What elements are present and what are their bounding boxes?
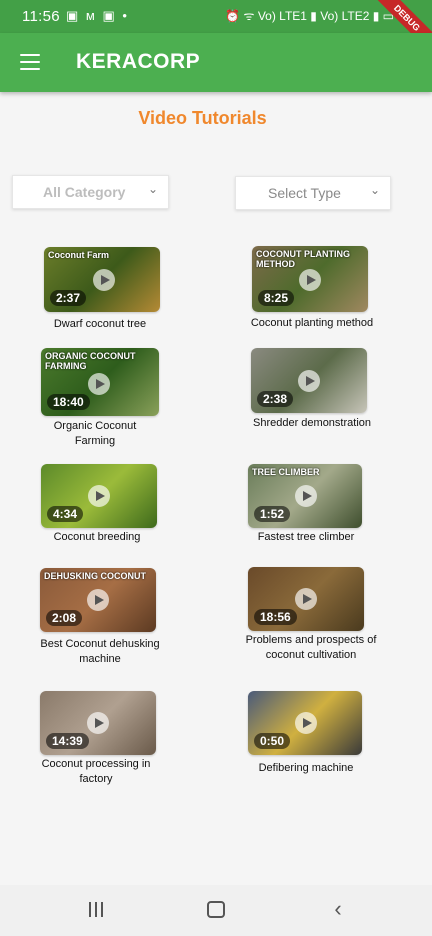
video-thumbnail[interactable]: 18:56 [248, 567, 364, 631]
thumbnail-caption-text: DEHUSKING COCONUT [44, 571, 147, 581]
back-icon[interactable]: ‹ [323, 898, 353, 922]
chevron-down-icon: ⌄ [147, 182, 158, 196]
status-bar: 11:56 ▣ ᴍ ▣ • ⏰ ᯤ Vo) LTE1 ▮ Vo) LTE2 ▮ … [0, 0, 432, 33]
category-dropdown[interactable]: All Category ⌄ [12, 175, 169, 209]
play-icon[interactable] [295, 588, 317, 610]
system-status-icons: ⏰ ᯤ Vo) LTE1 ▮ Vo) LTE2 ▮ ▭ [225, 9, 394, 23]
video-title[interactable]: Organic Coconut Farming [35, 419, 155, 449]
video-duration: 2:37 [50, 290, 87, 306]
video-thumbnail[interactable]: 4:34 [41, 464, 157, 528]
page-title: Video Tutorials [138, 108, 267, 128]
video-duration: 2:38 [257, 391, 294, 407]
thumbnail-caption-text: COCONUT PLANTING METHOD [256, 249, 350, 269]
app-title: KERACORP [76, 50, 201, 73]
video-title[interactable]: Defibering machine [226, 761, 386, 776]
play-icon[interactable] [299, 269, 321, 291]
hamburger-icon[interactable] [20, 54, 40, 70]
video-title[interactable]: Shredder demonstration [232, 416, 392, 431]
thumbnail-caption-text: Coconut Farm [48, 250, 110, 260]
video-duration: 14:39 [46, 733, 89, 749]
video-title[interactable]: Fastest tree climber [226, 530, 386, 545]
video-thumbnail[interactable]: 0:50 [248, 691, 362, 755]
thumbnail-caption-text: ORGANIC COCONUT FARMING [45, 351, 136, 371]
thumbnail-caption-text: TREE CLIMBER [252, 467, 320, 477]
video-title[interactable]: Problems and prospects of coconut cultiv… [231, 633, 391, 663]
video-thumbnail[interactable]: COCONUT PLANTING METHOD 8:25 [252, 246, 368, 312]
video-thumbnail[interactable]: TREE CLIMBER 1:52 [248, 464, 362, 528]
app-bar: KERACORP [0, 33, 432, 92]
video-title[interactable]: Coconut breeding [17, 530, 177, 545]
chevron-down-icon: ⌄ [369, 183, 380, 197]
video-duration: 1:52 [254, 506, 291, 522]
play-icon[interactable] [87, 589, 109, 611]
play-icon[interactable] [295, 712, 317, 734]
status-time: 11:56 [22, 8, 60, 25]
video-duration: 2:08 [46, 610, 83, 626]
category-dropdown-value: All Category [43, 184, 126, 200]
video-duration: 4:34 [47, 506, 84, 522]
notification-icons: ▣ ᴍ ▣ • [66, 8, 129, 23]
home-icon[interactable] [201, 898, 231, 922]
system-nav-bar: ‹ [0, 885, 432, 936]
play-icon[interactable] [87, 712, 109, 734]
play-icon[interactable] [298, 370, 320, 392]
play-icon[interactable] [88, 373, 110, 395]
video-thumbnail[interactable]: 2:38 [251, 348, 367, 413]
video-duration: 18:56 [254, 609, 297, 625]
play-icon[interactable] [295, 485, 317, 507]
video-duration: 18:40 [47, 394, 90, 410]
video-thumbnail[interactable]: DEHUSKING COCONUT 2:08 [40, 568, 156, 632]
video-title[interactable]: Coconut processing in factory [26, 757, 166, 787]
video-title[interactable]: Dwarf coconut tree [20, 317, 180, 332]
video-thumbnail[interactable]: ORGANIC COCONUT FARMING 18:40 [41, 348, 159, 416]
type-dropdown[interactable]: Select Type ⌄ [235, 176, 391, 210]
play-icon[interactable] [93, 269, 115, 291]
video-title[interactable]: Coconut planting method [232, 316, 392, 331]
video-thumbnail[interactable]: 14:39 [40, 691, 156, 755]
video-thumbnail[interactable]: Coconut Farm 2:37 [44, 247, 160, 312]
video-duration: 8:25 [258, 290, 295, 306]
video-duration: 0:50 [254, 733, 291, 749]
video-title[interactable]: Best Coconut dehusking machine [20, 637, 180, 667]
recent-apps-icon[interactable] [81, 898, 111, 922]
type-dropdown-value: Select Type [268, 185, 341, 201]
play-icon[interactable] [88, 485, 110, 507]
